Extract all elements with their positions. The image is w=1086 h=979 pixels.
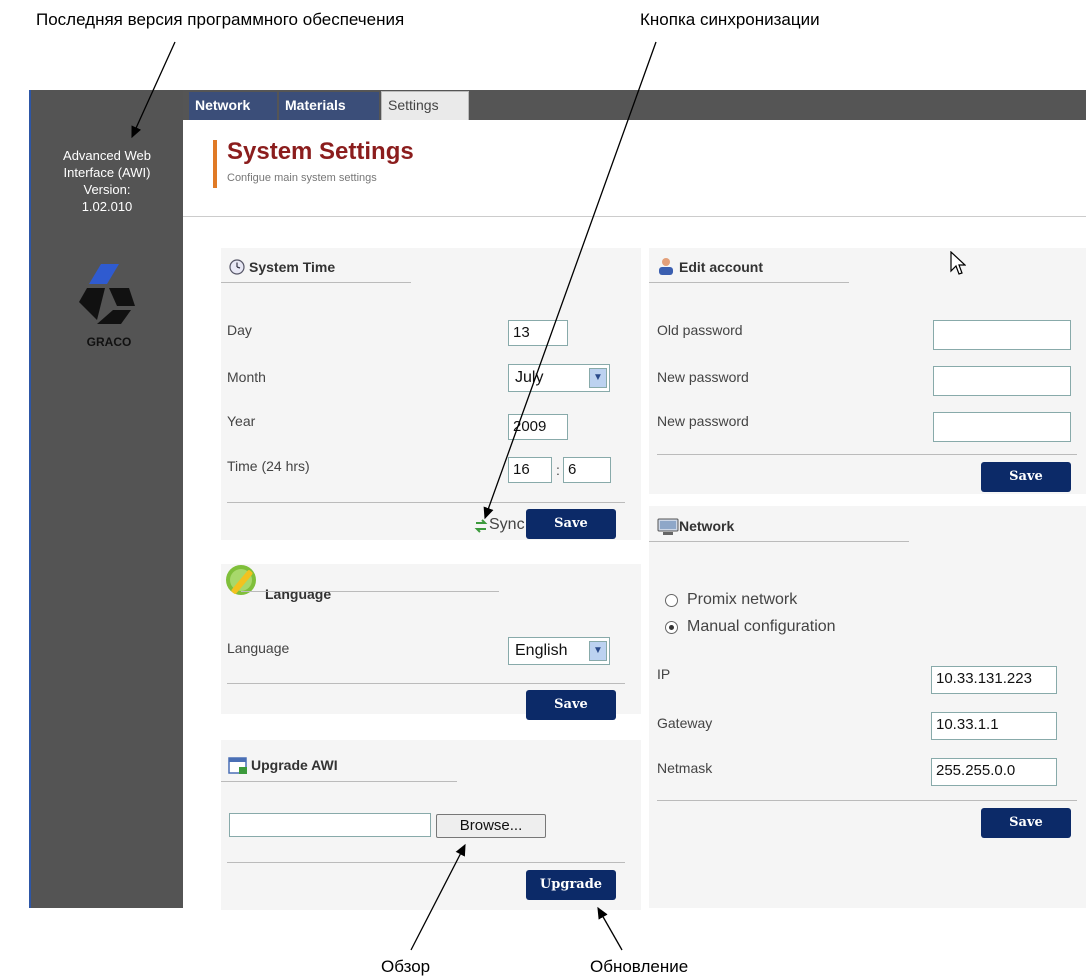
time-colon: : <box>556 462 560 478</box>
network-title-line <box>649 541 909 542</box>
chevron-down-icon[interactable]: ▼ <box>589 368 607 388</box>
month-label: Month <box>227 369 266 385</box>
account-title: Edit account <box>679 259 764 275</box>
language-save-button[interactable]: Save <box>526 690 616 720</box>
gateway-label: Gateway <box>657 715 713 731</box>
page-title: System Settings <box>227 138 414 165</box>
month-select[interactable]: July ▼ <box>508 364 610 392</box>
account-title-line <box>649 282 849 283</box>
manual-config-radio[interactable] <box>665 621 678 634</box>
promix-network-radio[interactable] <box>665 594 678 607</box>
tab-settings[interactable]: Settings <box>381 91 469 120</box>
logo-text: GRACO <box>87 335 132 349</box>
upgrade-button[interactable]: Upgrade <box>526 870 616 900</box>
old-password-label: Old password <box>657 322 743 338</box>
system-time-title-line <box>221 282 411 283</box>
sync-icon[interactable] <box>474 519 488 533</box>
tab-network[interactable]: Network <box>189 92 277 120</box>
language-select[interactable]: English ▼ <box>508 637 610 665</box>
page-subtitle: Configue main system settings <box>227 172 377 184</box>
firmware-callout: Последняя версия программного обеспечени… <box>36 10 405 29</box>
netmask-label: Netmask <box>657 760 713 776</box>
year-label: Year <box>227 413 256 429</box>
new-password-label: New password <box>657 369 749 385</box>
gateway-field[interactable]: 10.33.1.1 <box>931 712 1057 740</box>
language-value: English <box>515 642 568 659</box>
system-time-panel <box>221 248 641 540</box>
upgrade-title-line <box>221 781 457 782</box>
day-field[interactable]: 13 <box>508 320 568 346</box>
upgrade-callout: Обновление <box>590 957 689 976</box>
clock-icon <box>229 259 245 275</box>
upgrade-title: Upgrade AWI <box>251 757 338 773</box>
ip-field[interactable]: 10.33.131.223 <box>931 666 1057 694</box>
language-separator <box>227 683 625 684</box>
graco-logo: GRACO <box>79 264 135 349</box>
network-icon <box>657 518 679 535</box>
confirm-password-label: New password <box>657 413 749 429</box>
new-password-field[interactable] <box>933 366 1071 396</box>
version-line-3: Version: <box>83 182 131 197</box>
browse-button[interactable]: Browse... <box>436 814 546 838</box>
network-separator <box>657 800 1077 801</box>
upgrade-separator <box>227 862 625 863</box>
mouse-cursor-icon <box>950 251 966 275</box>
ip-label: IP <box>657 666 671 682</box>
main-content: System Settings Configue main system set… <box>183 120 1086 910</box>
hour-field[interactable]: 16 <box>508 457 552 483</box>
system-time-title: System Time <box>249 259 336 275</box>
sidebar: Advanced Web Interface (AWI) Version: 1.… <box>29 90 183 908</box>
app-window: Advanced Web Interface (AWI) Version: 1.… <box>29 90 1086 910</box>
version-line-1: Advanced Web <box>63 148 151 163</box>
language-title-line <box>241 591 499 592</box>
sync-callout: Кнопка синхронизации <box>640 10 820 29</box>
old-password-field[interactable] <box>933 320 1071 350</box>
upgrade-arrow <box>597 906 623 951</box>
file-path-field[interactable] <box>229 813 431 837</box>
language-title: Language <box>265 586 332 602</box>
year-field[interactable]: 2009 <box>508 414 568 440</box>
language-label: Language <box>227 640 290 656</box>
confirm-password-field[interactable] <box>933 412 1071 442</box>
version-info: Advanced Web Interface (AWI) Version: 1.… <box>31 147 183 215</box>
account-save-button[interactable]: Save <box>981 462 1071 492</box>
time-label: Time (24 hrs) <box>227 458 310 474</box>
upgrade-icon <box>228 757 247 774</box>
manual-config-label[interactable]: Manual configuration <box>687 618 836 636</box>
month-value: July <box>515 369 544 386</box>
network-title: Network <box>679 518 735 534</box>
netmask-field[interactable]: 255.255.0.0 <box>931 758 1057 786</box>
account-separator <box>657 454 1077 455</box>
minute-field[interactable]: 6 <box>563 457 611 483</box>
user-icon <box>659 258 673 275</box>
header-divider <box>183 216 1086 217</box>
version-number: 1.02.010 <box>81 199 133 214</box>
version-line-2: Interface (AWI) <box>63 165 151 180</box>
promix-network-label[interactable]: Promix network <box>687 591 797 609</box>
system-time-save-button[interactable]: Save <box>526 509 616 539</box>
header-accent-bar <box>213 140 217 188</box>
browse-callout: Обзор <box>381 957 431 976</box>
day-label: Day <box>227 322 252 338</box>
network-save-button[interactable]: Save <box>981 808 1071 838</box>
system-time-separator <box>227 502 625 503</box>
tab-materials[interactable]: Materials <box>279 92 379 120</box>
network-panel <box>649 506 1086 908</box>
chevron-down-icon[interactable]: ▼ <box>589 641 607 661</box>
tab-bar: Network Materials Settings <box>183 90 1086 120</box>
